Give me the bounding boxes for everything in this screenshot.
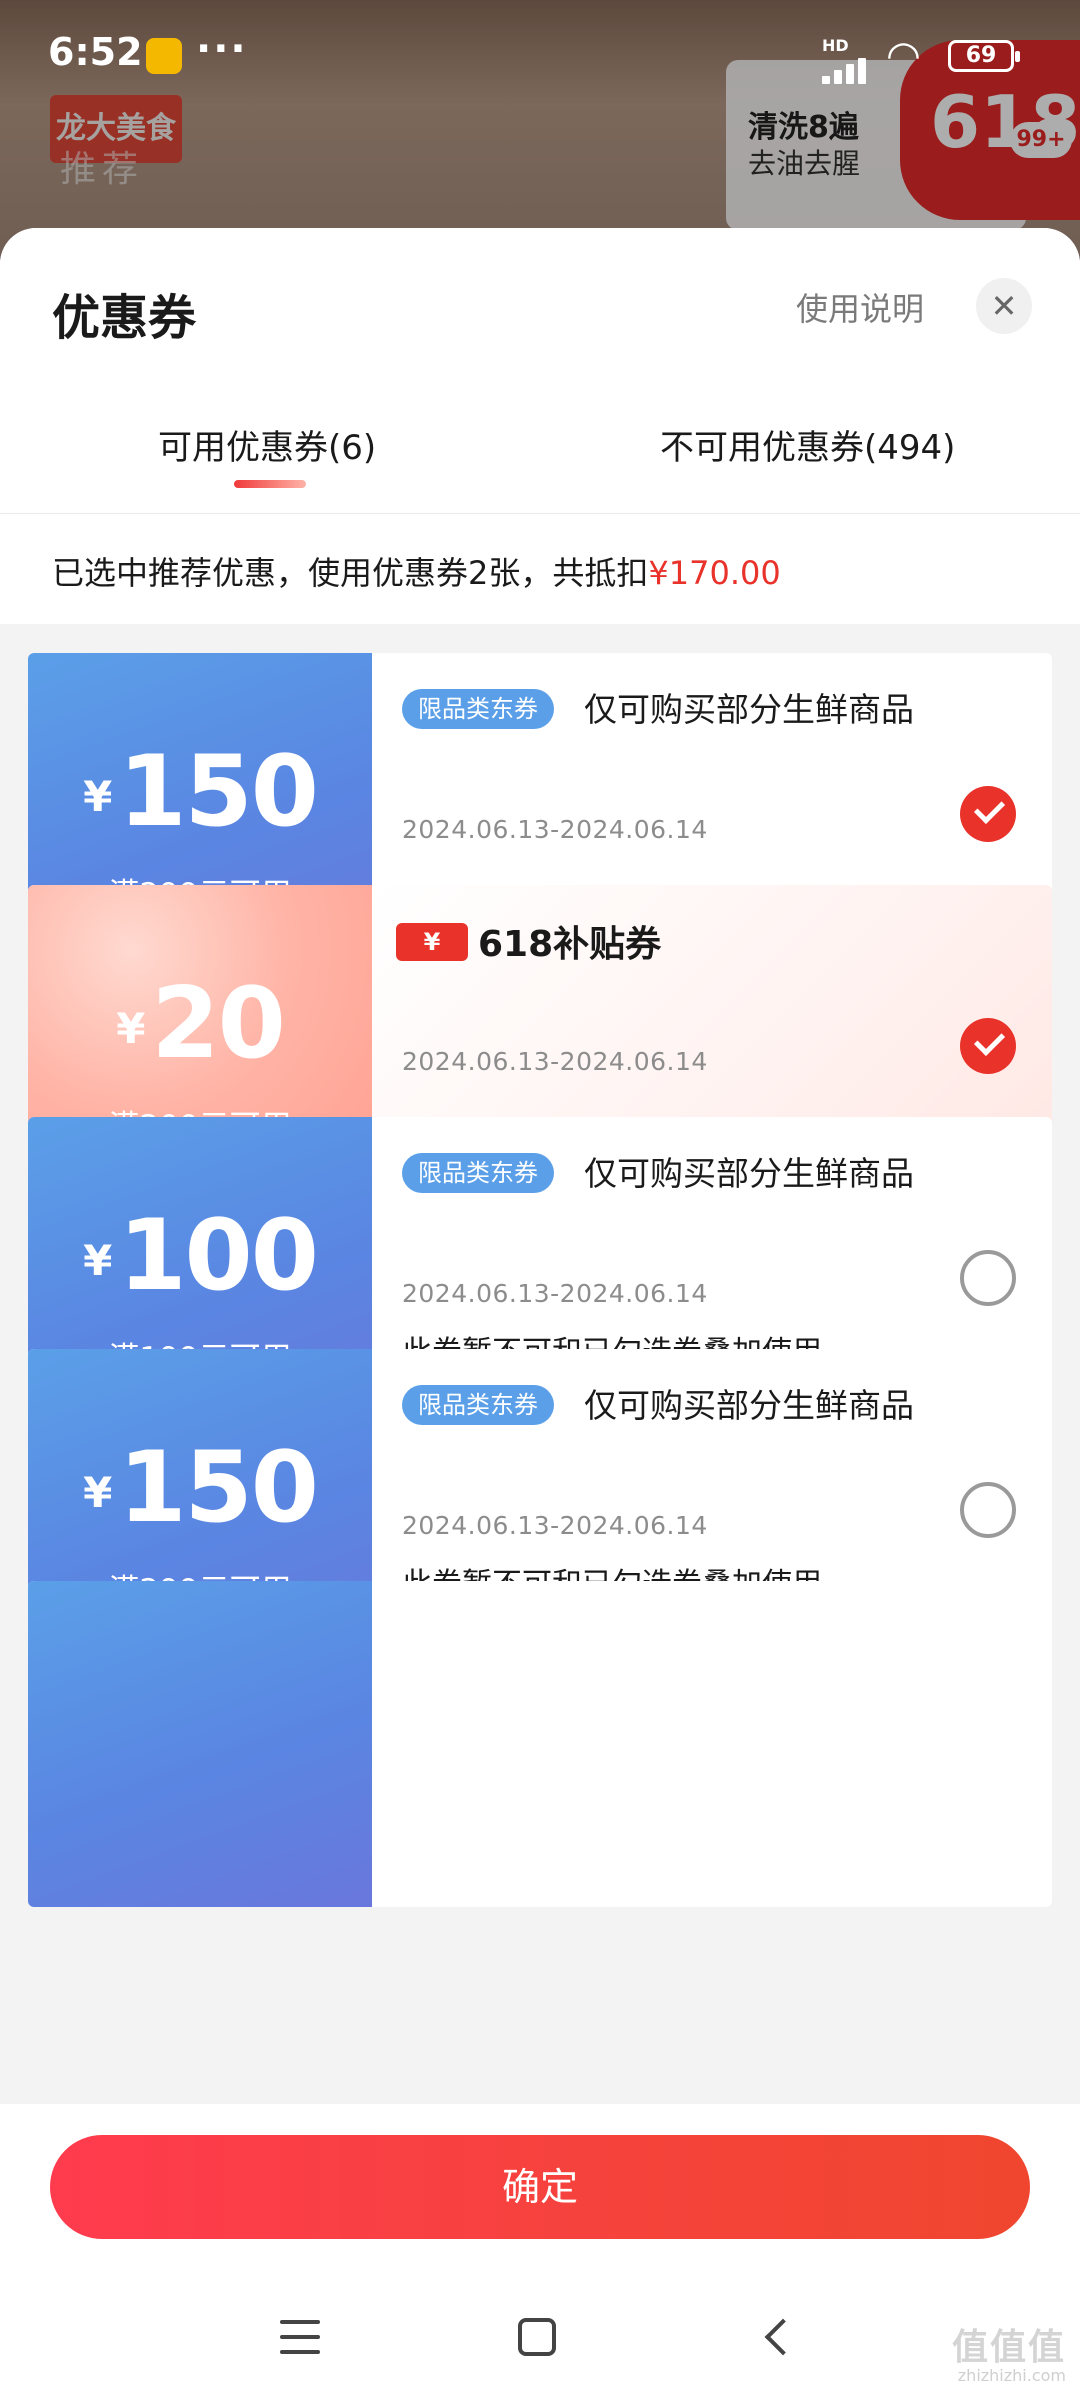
signal-icon [822, 56, 872, 84]
summary-text: 已选中推荐优惠，使用优惠券2张，共抵扣¥170.00 [52, 548, 781, 594]
currency-symbol: ¥ [116, 1004, 146, 1053]
coupon-sheet: 优惠券 使用说明 ✕ 可用优惠券(6) 不可用优惠券(494) 已选中推荐优惠，… [0, 228, 1080, 2400]
sheet-title: 优惠券 [52, 290, 197, 346]
coupon-category-tag: 限品类东券 [402, 1385, 554, 1425]
coupon-amount: ¥100 [28, 1199, 372, 1313]
coupon-checkbox-unchecked[interactable] [960, 1250, 1016, 1306]
coupon-title: 618补贴券 [478, 924, 662, 965]
hd-label: HD [822, 36, 849, 55]
coupon-checkbox-checked[interactable] [960, 786, 1016, 842]
notification-app-icon [146, 38, 182, 74]
confirm-button[interactable]: 确定 [50, 2135, 1030, 2239]
battery-level: 69 [965, 43, 997, 68]
usage-instructions-link[interactable]: 使用说明 [796, 284, 924, 330]
battery-icon: 69 [948, 40, 1020, 72]
close-icon[interactable]: ✕ [976, 278, 1032, 334]
recent-apps-icon[interactable] [280, 2320, 320, 2354]
coupon-validity-dates: 2024.06.13-2024.06.14 [402, 815, 708, 844]
perforated-edge [28, 1581, 34, 1907]
more-notifications-icon: ··· [196, 26, 248, 72]
coupon-scope: 仅可购买部分生鲜商品 [584, 690, 914, 729]
back-icon[interactable] [764, 2318, 802, 2356]
sheet-header: 优惠券 使用说明 ✕ 可用优惠券(6) 不可用优惠券(494) [0, 228, 1080, 514]
coupon-amount-value: 100 [118, 1199, 319, 1313]
coupon-category-tag: 限品类东券 [402, 689, 554, 729]
summary-discount-amount: ¥170.00 [648, 554, 781, 592]
status-time: 6:52 [48, 30, 143, 74]
coupon-amount-value: 150 [118, 735, 319, 849]
subsidy-badge-icon: ¥ [396, 923, 468, 961]
watermark-logo: 值值值 [951, 2327, 1066, 2368]
coupon-amount-value: 20 [151, 967, 285, 1081]
currency-symbol: ¥ [83, 1236, 113, 1285]
currency-symbol: ¥ [83, 772, 113, 821]
system-nav-bar [0, 2300, 1080, 2400]
active-tab-indicator [234, 480, 306, 488]
coupon-card-partial[interactable] [28, 1581, 1052, 1907]
home-icon[interactable] [518, 2318, 556, 2356]
summary-label: 已选中推荐优惠，使用优惠券2张，共抵扣 [52, 554, 649, 592]
coupon-validity-dates: 2024.06.13-2024.06.14 [402, 1047, 708, 1076]
coupon-category-tag: 限品类东券 [402, 1153, 554, 1193]
coupon-amount: ¥150 [28, 735, 372, 849]
tab-available-coupons[interactable]: 可用优惠券(6) [158, 420, 376, 469]
coupon-amount: ¥20 [28, 967, 372, 1081]
coupon-scope: 仅可购买部分生鲜商品 [584, 1154, 914, 1193]
selection-summary: 已选中推荐优惠，使用优惠券2张，共抵扣¥170.00 [0, 514, 1080, 624]
tab-unavailable-coupons[interactable]: 不可用优惠券(494) [660, 420, 955, 469]
coupon-validity-dates: 2024.06.13-2024.06.14 [402, 1511, 708, 1540]
coupon-checkbox-checked[interactable] [960, 1018, 1016, 1074]
currency-symbol: ¥ [83, 1468, 113, 1517]
coupon-amount: ¥150 [28, 1431, 372, 1545]
coupon-value-panel [28, 1581, 372, 1907]
coupon-amount-value: 150 [118, 1431, 319, 1545]
coupon-scope: 仅可购买部分生鲜商品 [584, 1386, 914, 1425]
status-bar: 6:52 ··· HD ◠ 69 [0, 0, 1080, 110]
wifi-icon: ◠ [886, 33, 921, 79]
watermark-url: zhizhizhi.com [957, 2366, 1066, 2385]
coupon-validity-dates: 2024.06.13-2024.06.14 [402, 1279, 708, 1308]
coupon-checkbox-unchecked[interactable] [960, 1482, 1016, 1538]
